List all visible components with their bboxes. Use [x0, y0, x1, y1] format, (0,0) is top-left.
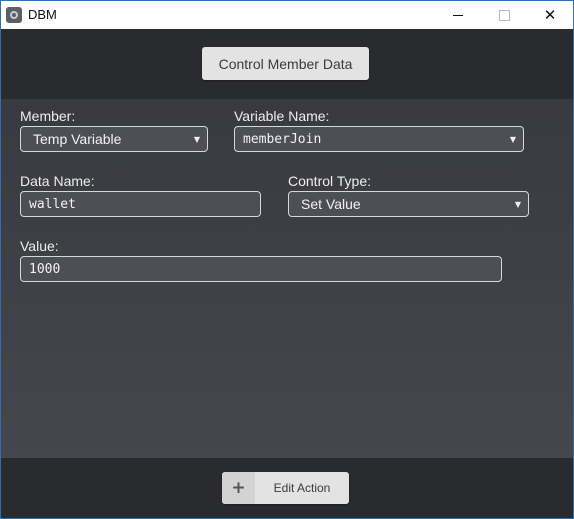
chevron-down-icon: ▼ — [514, 200, 521, 209]
control-type-value: Set Value — [301, 196, 361, 212]
value-input-text: 1000 — [29, 261, 61, 277]
maximize-icon — [498, 9, 510, 21]
member-select[interactable]: Temp Variable ▼ — [20, 126, 208, 152]
value-label: Value: — [20, 238, 59, 254]
edit-action-label: Edit Action — [273, 481, 331, 495]
control-type-label: Control Type: — [288, 173, 372, 189]
chevron-down-icon: ▼ — [193, 135, 200, 144]
control-type-select[interactable]: Set Value ▼ — [288, 191, 529, 217]
variable-name-label: Variable Name: — [234, 108, 330, 124]
data-name-label: Data Name: — [20, 173, 95, 189]
title-bar: DBM ✕ — [1, 1, 573, 29]
close-button[interactable]: ✕ — [527, 1, 573, 29]
variable-name-select[interactable]: memberJoin ▼ — [234, 126, 524, 152]
app-window: DBM ✕ Control Member Data Member: Temp V… — [0, 0, 574, 519]
data-name-value: wallet — [29, 196, 76, 212]
edit-action-button[interactable]: + Edit Action — [222, 472, 349, 504]
minimize-button[interactable] — [435, 1, 481, 29]
control-member-data-button[interactable]: Control Member Data — [202, 47, 369, 80]
variable-name-value: memberJoin — [243, 131, 322, 147]
value-input[interactable]: 1000 — [20, 256, 502, 282]
app-gear-icon — [6, 7, 22, 23]
data-name-input[interactable]: wallet — [20, 191, 261, 217]
member-label: Member: — [20, 108, 76, 124]
minimize-icon — [453, 14, 463, 16]
maximize-button[interactable] — [481, 1, 527, 29]
plus-icon: + — [222, 472, 255, 504]
member-select-value: Temp Variable — [33, 131, 122, 147]
chevron-down-icon: ▼ — [509, 135, 516, 144]
window-title: DBM — [28, 7, 57, 22]
